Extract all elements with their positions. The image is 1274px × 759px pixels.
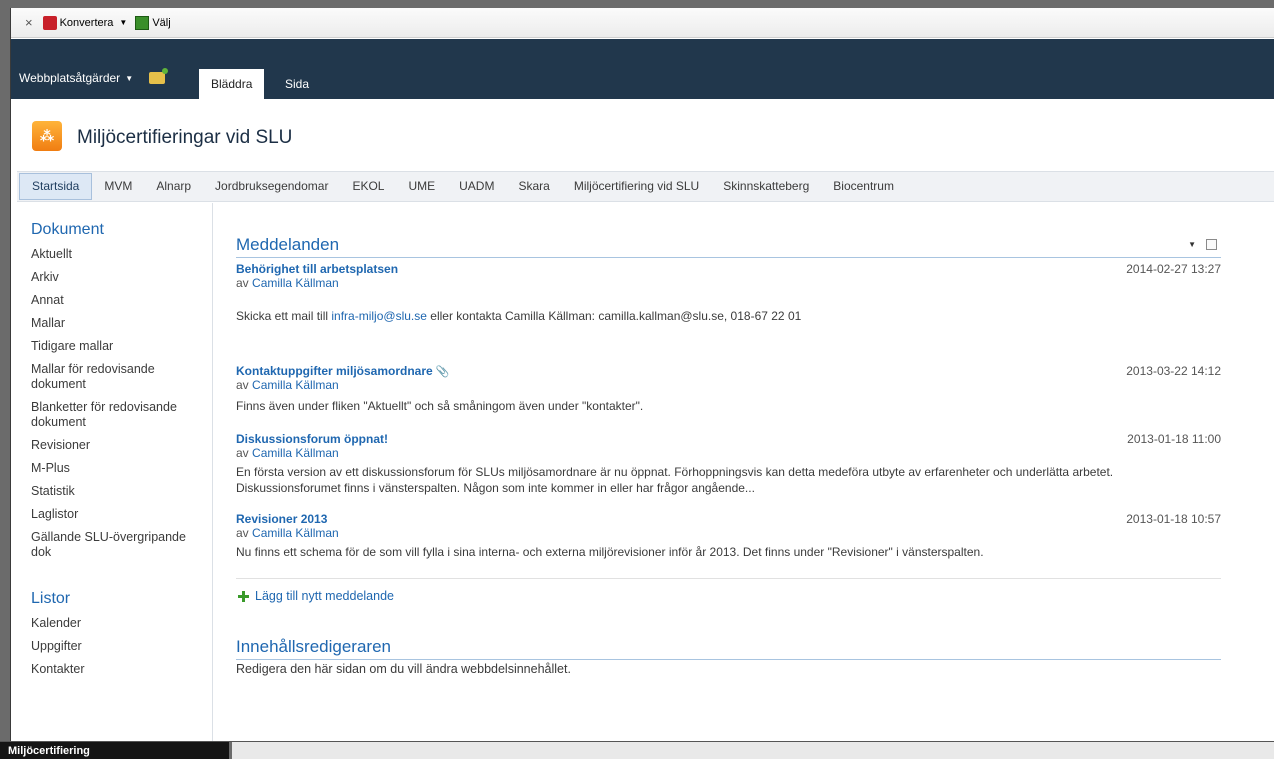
divider <box>236 578 1221 579</box>
chevron-down-icon[interactable]: ▼ <box>119 18 127 27</box>
page-title: Miljöcertifieringar vid SLU <box>77 127 293 148</box>
announcement-item: Diskussionsforum öppnat! av Camilla Käll… <box>236 432 1221 496</box>
taskbar-item[interactable]: Miljöcertifiering <box>0 742 232 759</box>
announcement-title[interactable]: Behörighet till arbetsplatsen <box>236 262 1221 276</box>
sidebar-item-blanketter[interactable]: Blanketter för redovisande dokument <box>17 400 212 430</box>
site-header: ⁂ Miljöcertifieringar vid SLU <box>11 99 1274 171</box>
author-link[interactable]: Camilla Källman <box>252 526 339 540</box>
content-editor-text: Redigera den här sidan om du vill ändra … <box>236 662 571 676</box>
webpart-menu-icon[interactable]: ▼ <box>1188 240 1196 249</box>
sidebar-heading-documents[interactable]: Dokument <box>17 221 212 239</box>
plus-icon <box>238 590 249 602</box>
nav-item-miljocertifiering[interactable]: Miljöcertifiering vid SLU <box>562 172 711 201</box>
nav-item-mvm[interactable]: MVM <box>92 172 144 201</box>
select-button[interactable]: Välj <box>152 17 170 29</box>
convert-button[interactable]: Konvertera <box>60 17 114 29</box>
email-link[interactable]: infra-miljo@slu.se <box>331 309 427 323</box>
announcement-author: av Camilla Källman <box>236 526 339 540</box>
add-announcement-button[interactable]: Lägg till nytt meddelande <box>236 589 1221 603</box>
author-link[interactable]: Camilla Källman <box>252 276 339 290</box>
sidebar-item-slu-dok[interactable]: Gällande SLU-övergripande dok <box>17 530 212 560</box>
announcement-date: 2013-03-22 14:12 <box>1126 364 1221 378</box>
content-editor-title[interactable]: Innehållsredigeraren <box>236 637 391 656</box>
announcement-item: Behörighet till arbetsplatsen av Camilla… <box>236 262 1221 324</box>
sidebar-item-aktuellt[interactable]: Aktuellt <box>17 247 212 262</box>
sidebar-item-kalender[interactable]: Kalender <box>17 616 212 631</box>
announcement-body: En första version av ett diskussionsforu… <box>236 465 1114 495</box>
tab-page[interactable]: Sida <box>273 69 321 99</box>
author-link[interactable]: Camilla Källman <box>252 378 339 392</box>
acrobat-toolbar: × Konvertera ▼ Välj <box>11 8 1274 38</box>
sidebar-item-uppgifter[interactable]: Uppgifter <box>17 639 212 654</box>
sidebar-item-m-plus[interactable]: M-Plus <box>17 461 212 476</box>
quick-launch: Dokument Aktuellt Arkiv Annat Mallar Tid… <box>17 203 213 741</box>
announcement-body: Nu finns ett schema för de som vill fyll… <box>236 545 984 559</box>
nav-item-skara[interactable]: Skara <box>506 172 561 201</box>
announcement-date: 2014-02-27 13:27 <box>1126 262 1221 276</box>
sidebar-item-laglistor[interactable]: Laglistor <box>17 507 212 522</box>
close-toolbar-icon[interactable]: × <box>25 15 33 30</box>
site-actions-menu[interactable]: Webbplatsåtgärder <box>19 71 120 85</box>
announcement-item: Revisioner 2013 av Camilla Källman 2013-… <box>236 512 1221 560</box>
nav-item-biocentrum[interactable]: Biocentrum <box>821 172 906 201</box>
site-logo-icon[interactable]: ⁂ <box>32 121 62 151</box>
nav-item-skinnskatteberg[interactable]: Skinnskatteberg <box>711 172 821 201</box>
pdf-convert-icon <box>42 15 57 30</box>
navigate-up-icon[interactable] <box>149 68 169 84</box>
content-editor-heading: Innehållsredigeraren <box>236 637 1221 660</box>
ribbon-bar: Webbplatsåtgärder ▼ Bläddra Sida <box>11 39 1274 99</box>
sidebar-item-kontakter[interactable]: Kontakter <box>17 662 212 677</box>
sidebar-item-mallar-redovisande[interactable]: Mallar för redovisande dokument <box>17 362 212 392</box>
sidebar-item-revisioner[interactable]: Revisioner <box>17 438 212 453</box>
announcement-item: Kontaktuppgifter miljösamordnare 📎 av Cam… <box>236 364 1221 414</box>
sidebar-item-mallar[interactable]: Mallar <box>17 316 212 331</box>
browser-window: × Konvertera ▼ Välj Webbplatsåtgärder ▼ … <box>10 8 1274 741</box>
nav-item-startsida[interactable]: Startsida <box>19 173 93 200</box>
top-navigation: Startsida MVM Alnarp Jordbruksegendomar … <box>17 171 1274 202</box>
announcement-author: av Camilla Källman <box>236 276 339 290</box>
announcement-author: av Camilla Källman <box>236 446 339 460</box>
main-content: Meddelanden ▼ Behörighet till arbetsplat… <box>236 203 1221 741</box>
select-icon <box>135 15 150 30</box>
author-link[interactable]: Camilla Källman <box>252 446 339 460</box>
nav-item-jordbruksegendomar[interactable]: Jordbruksegendomar <box>203 172 340 201</box>
sidebar-item-arkiv[interactable]: Arkiv <box>17 270 212 285</box>
sidebar-item-statistik[interactable]: Statistik <box>17 484 212 499</box>
nav-item-ume[interactable]: UME <box>396 172 447 201</box>
announcements-title[interactable]: Meddelanden <box>236 235 339 254</box>
sidebar-item-annat[interactable]: Annat <box>17 293 212 308</box>
tab-browse[interactable]: Bläddra <box>199 69 265 99</box>
taskbar: Miljöcertifiering <box>0 741 1274 759</box>
chevron-down-icon[interactable]: ▼ <box>125 74 133 83</box>
nav-item-ekol[interactable]: EKOL <box>340 172 396 201</box>
announcement-title[interactable]: Kontaktuppgifter miljösamordnare 📎 <box>236 364 1221 378</box>
announcement-author: av Camilla Källman <box>236 378 339 392</box>
nav-item-alnarp[interactable]: Alnarp <box>144 172 203 201</box>
add-announcement-label[interactable]: Lägg till nytt meddelande <box>255 589 394 603</box>
sidebar-heading-lists[interactable]: Listor <box>17 590 212 608</box>
nav-item-uadm[interactable]: UADM <box>447 172 506 201</box>
announcement-body: Finns även under fliken "Aktuellt" och s… <box>236 399 644 413</box>
sidebar-item-tidigare-mallar[interactable]: Tidigare mallar <box>17 339 212 354</box>
announcement-title[interactable]: Diskussionsforum öppnat! <box>236 432 1221 446</box>
announcement-date: 2013-01-18 10:57 <box>1126 512 1221 526</box>
announcements-heading: Meddelanden ▼ <box>236 235 1221 258</box>
announcement-date: 2013-01-18 11:00 <box>1127 432 1221 446</box>
attachment-icon: 📎 <box>435 366 450 378</box>
announcement-body: Skicka ett mail till infra-miljo@slu.se … <box>236 309 802 323</box>
announcement-title[interactable]: Revisioner 2013 <box>236 512 1221 526</box>
webpart-select-checkbox[interactable] <box>1206 239 1217 250</box>
